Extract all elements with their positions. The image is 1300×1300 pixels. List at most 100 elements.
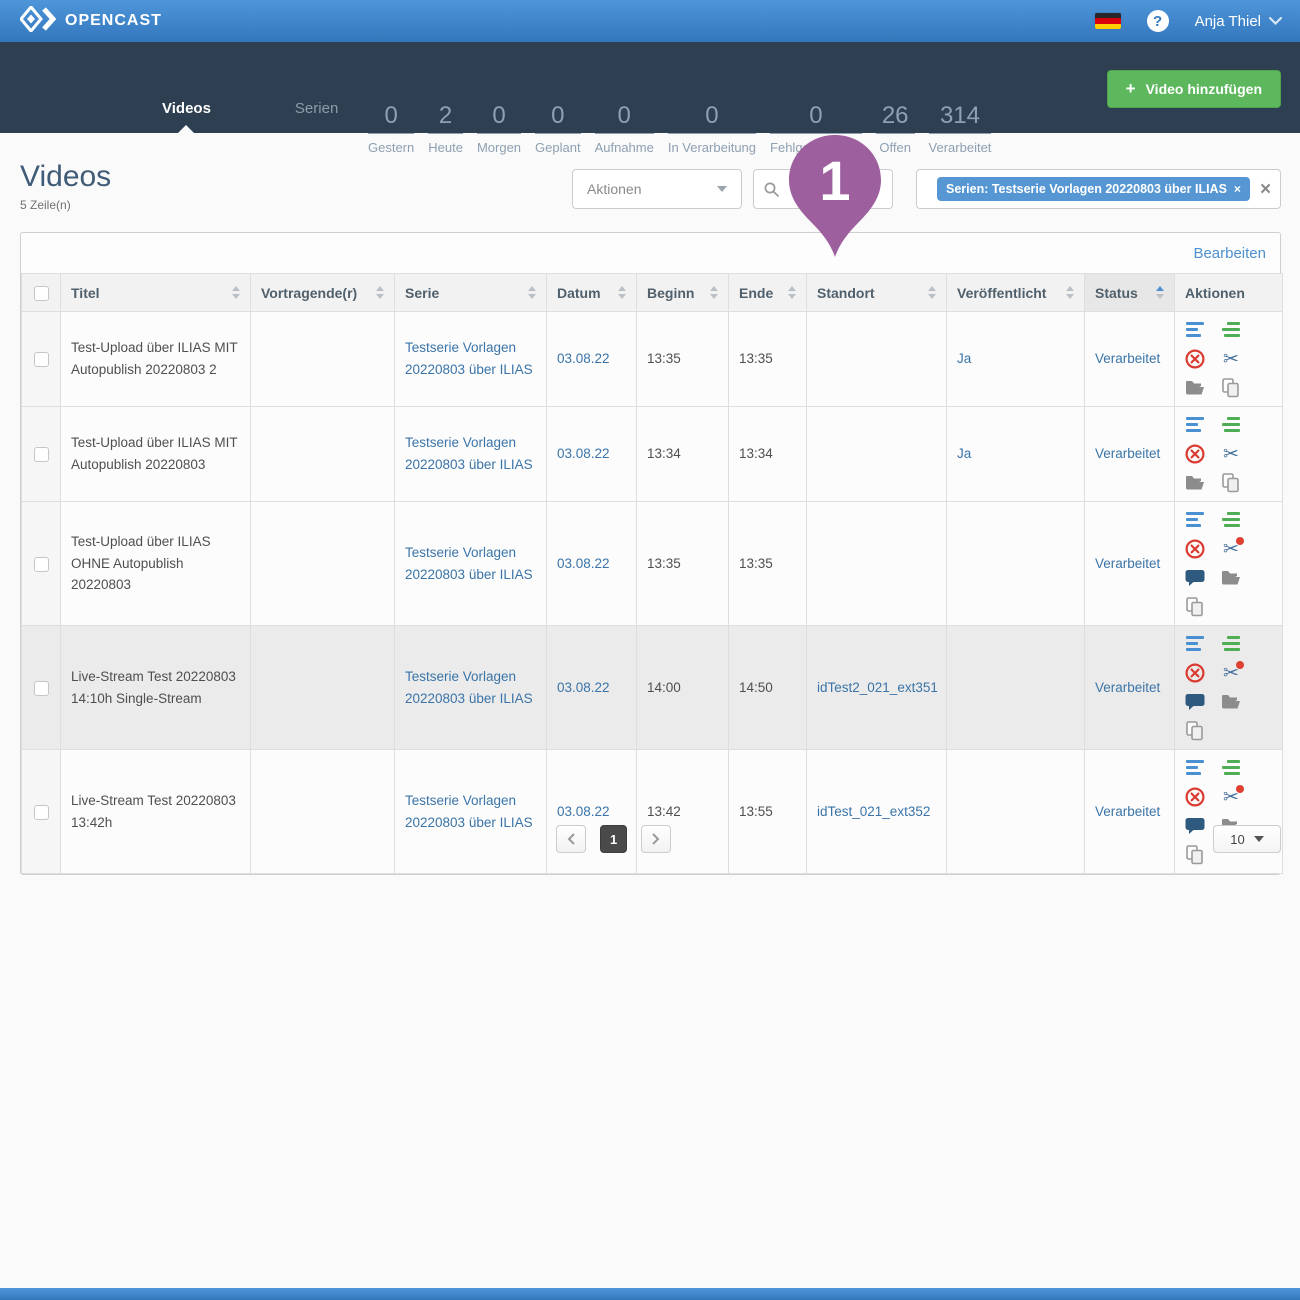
location-link[interactable]: idTest2_021_ext351 [817,680,938,695]
row-checkbox[interactable] [34,681,49,696]
event-details-icon[interactable] [1185,415,1205,435]
row-checkbox[interactable] [34,447,49,462]
delete-event-icon[interactable] [1185,444,1205,464]
date-link[interactable]: 03.08.22 [557,446,610,461]
status-link[interactable]: Verarbeitet [1095,680,1160,695]
delete-event-icon[interactable] [1185,663,1205,683]
actions-dropdown[interactable]: Aktionen [572,169,742,209]
delete-event-icon[interactable] [1185,539,1205,559]
sort-icon[interactable] [1066,286,1074,299]
sort-icon[interactable] [232,286,240,299]
col-header-vortragende[interactable]: Vortragende(r) [251,274,395,312]
video-editor-scissors-alert-icon[interactable]: ✂ [1221,663,1241,683]
series-link[interactable]: Testserie Vorlagen 20220803 über ILIAS [405,435,533,472]
event-details-icon[interactable] [1185,758,1205,778]
delete-event-icon[interactable] [1185,787,1205,807]
prev-page-button[interactable] [556,825,586,853]
help-icon[interactable]: ? [1147,10,1169,32]
status-link[interactable]: Verarbeitet [1095,804,1160,819]
publications-icon[interactable] [1221,634,1241,654]
col-header-serie[interactable]: Serie [395,274,547,312]
col-header-beginn[interactable]: Beginn [637,274,729,312]
sort-icon[interactable] [618,286,626,299]
duplicate-copy-icon[interactable] [1185,721,1205,741]
language-flag-german[interactable] [1095,13,1121,29]
stat-heute[interactable]: 2 Heute [428,102,463,155]
series-link[interactable]: Testserie Vorlagen 20220803 über ILIAS [405,340,533,377]
date-link[interactable]: 03.08.22 [557,556,610,571]
sort-icon[interactable] [528,286,536,299]
event-details-icon[interactable] [1185,320,1205,340]
comments-icon[interactable] [1185,692,1205,712]
row-checkbox[interactable] [34,805,49,820]
event-details-icon[interactable] [1185,510,1205,530]
tab-videos[interactable]: Videos [120,100,253,133]
row-checkbox[interactable] [34,557,49,572]
series-link[interactable]: Testserie Vorlagen 20220803 über ILIAS [405,669,533,706]
sort-icon[interactable] [376,286,384,299]
assets-folder-icon[interactable] [1185,378,1205,398]
sort-icon-active[interactable] [1156,286,1164,299]
col-header-datum[interactable]: Datum [547,274,637,312]
publications-icon[interactable] [1221,758,1241,778]
date-link[interactable]: 03.08.22 [557,804,610,819]
series-link[interactable]: Testserie Vorlagen 20220803 über ILIAS [405,545,533,582]
date-link[interactable]: 03.08.22 [557,351,610,366]
duplicate-copy-icon[interactable] [1221,473,1241,493]
add-video-button[interactable]: + Video hinzufügen [1107,70,1281,108]
video-editor-scissors-alert-icon[interactable]: ✂ [1221,787,1241,807]
video-editor-scissors-icon[interactable]: ✂ [1221,444,1241,464]
location-link[interactable]: idTest_021_ext352 [817,804,930,819]
col-header-titel[interactable]: Titel [61,274,251,312]
stat-verarbeitet[interactable]: 314 Verarbeitet [929,102,992,155]
delete-event-icon[interactable] [1185,349,1205,369]
publications-icon[interactable] [1221,415,1241,435]
event-details-icon[interactable] [1185,634,1205,654]
series-link[interactable]: Testserie Vorlagen 20220803 über ILIAS [405,793,533,830]
col-header-ende[interactable]: Ende [729,274,807,312]
col-header-veroeffentlicht[interactable]: Veröffentlicht [947,274,1085,312]
stat-fehlgeschlagen[interactable]: 0 Fehlgeschlagen [770,102,862,155]
status-link[interactable]: Verarbeitet [1095,351,1160,366]
duplicate-copy-icon[interactable] [1185,845,1205,865]
publications-icon[interactable] [1221,320,1241,340]
stat-gestern[interactable]: 0 Gestern [368,102,414,155]
publications-icon[interactable] [1221,510,1241,530]
comments-icon[interactable] [1185,568,1205,588]
row-checkbox[interactable] [34,352,49,367]
col-header-status[interactable]: Status [1085,274,1175,312]
select-all-checkbox[interactable] [34,286,49,301]
chip-remove-icon[interactable]: × [1234,182,1241,196]
search-box[interactable] [753,169,893,209]
page-size-select[interactable]: 10 [1213,825,1281,853]
stat-morgen[interactable]: 0 Morgen [477,102,521,155]
col-header-standort[interactable]: Standort [807,274,947,312]
stat-aufnahme[interactable]: 0 Aufnahme [595,102,654,155]
stat-in-verarbeitung[interactable]: 0 In Verarbeitung [668,102,756,155]
sort-icon[interactable] [928,286,936,299]
sort-icon[interactable] [788,286,796,299]
status-link[interactable]: Verarbeitet [1095,446,1160,461]
status-link[interactable]: Verarbeitet [1095,556,1160,571]
next-page-button[interactable] [641,825,671,853]
stat-offen[interactable]: 26 Offen [876,102,915,155]
clear-filters-icon[interactable]: × [1260,180,1271,199]
tab-serien[interactable]: Serien [253,100,380,133]
video-editor-scissors-icon[interactable]: ✂ [1221,349,1241,369]
assets-folder-icon[interactable] [1185,473,1205,493]
user-menu[interactable]: Anja Thiel [1195,13,1282,30]
opencast-logo[interactable]: OPENCAST [20,6,162,37]
assets-folder-icon[interactable] [1221,568,1241,588]
filter-chip-series[interactable]: Serien: Testserie Vorlagen 20220803 über… [937,177,1250,201]
bulk-edit-link[interactable]: Bearbeiten [1193,245,1266,262]
video-editor-scissors-alert-icon[interactable]: ✂ [1221,539,1241,559]
assets-folder-icon[interactable] [1221,692,1241,712]
date-link[interactable]: 03.08.22 [557,680,610,695]
duplicate-copy-icon[interactable] [1221,378,1241,398]
stat-geplant[interactable]: 0 Geplant [535,102,581,155]
search-input[interactable] [787,182,877,197]
comments-icon[interactable] [1185,816,1205,836]
duplicate-copy-icon[interactable] [1185,597,1205,617]
page-button-1[interactable]: 1 [600,825,627,853]
sort-icon[interactable] [710,286,718,299]
